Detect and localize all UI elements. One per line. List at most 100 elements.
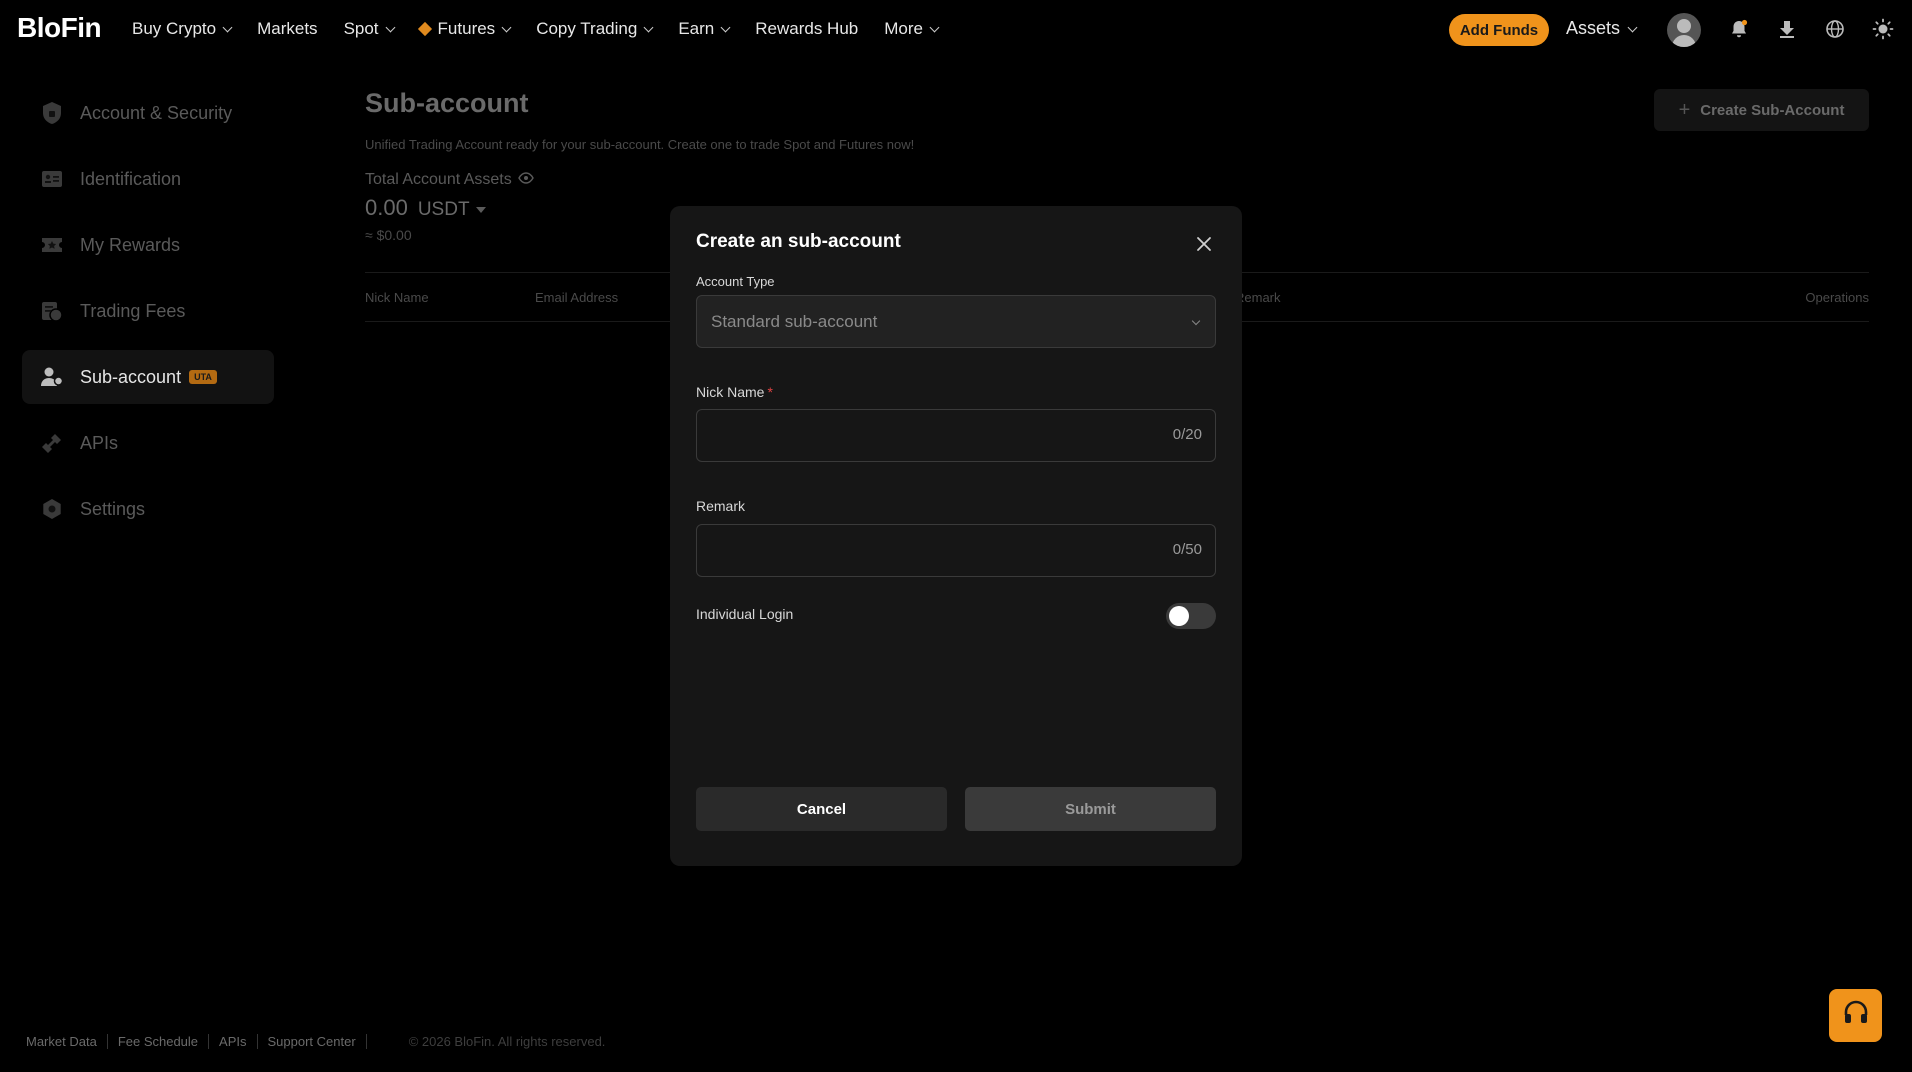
sidebar-item-label: My Rewards xyxy=(80,234,181,255)
nav-futures[interactable]: Futures xyxy=(417,19,512,39)
nav-spot[interactable]: Spot xyxy=(343,19,395,39)
create-sub-account-label: Create Sub-Account xyxy=(1700,101,1845,119)
fees-icon xyxy=(40,299,64,323)
sun-icon[interactable] xyxy=(1870,16,1896,42)
footer: Market Data Fee Schedule APIs Support Ce… xyxy=(26,1034,605,1049)
plus-icon: + xyxy=(1678,98,1691,121)
caret-down-icon xyxy=(475,207,486,213)
id-card-icon xyxy=(40,167,64,191)
currency-selector[interactable]: USDT xyxy=(418,199,486,221)
account-type-label: Account Type xyxy=(696,274,775,289)
nickname-label: Nick Name * xyxy=(696,384,773,400)
sidebar-item-label: Account & Security xyxy=(80,102,233,123)
page-subtitle: Unified Trading Account ready for your s… xyxy=(365,137,915,152)
uta-badge: UTA xyxy=(189,370,217,384)
individual-login-toggle[interactable] xyxy=(1166,603,1216,629)
close-icon[interactable] xyxy=(1196,236,1212,252)
bell-icon[interactable] xyxy=(1726,16,1752,42)
submit-button[interactable]: Submit xyxy=(965,787,1216,831)
api-icon xyxy=(40,431,64,455)
nickname-field[interactable]: 0/20 xyxy=(696,409,1216,462)
column-header: Operations xyxy=(1805,290,1869,305)
total-assets-value: 0.00 USDT xyxy=(365,195,486,221)
create-sub-account-button[interactable]: + Create Sub-Account xyxy=(1654,89,1869,131)
settings-icon xyxy=(40,497,64,521)
sidebar-item-apis[interactable]: APIs xyxy=(22,416,274,470)
nav-label: Futures xyxy=(437,19,496,38)
nav-markets[interactable]: Markets xyxy=(257,19,317,39)
chevron-down-icon xyxy=(1191,316,1201,326)
remark-input[interactable] xyxy=(697,525,1137,576)
nav-label: Copy Trading xyxy=(536,19,638,38)
assets-menu[interactable]: Assets xyxy=(1566,18,1638,39)
chevron-down-icon xyxy=(720,22,731,33)
nav-earn[interactable]: Earn xyxy=(678,19,731,39)
nav-label: Markets xyxy=(257,19,318,38)
nav-label: More xyxy=(884,19,923,38)
shield-icon xyxy=(40,101,64,125)
page-title: Sub-account xyxy=(365,88,529,118)
column-header: Nick Name xyxy=(365,290,429,305)
globe-icon[interactable] xyxy=(1822,16,1848,42)
sidebar-item-label: APIs xyxy=(80,432,119,453)
headset-icon xyxy=(1841,998,1871,1033)
footer-link-market-data[interactable]: Market Data xyxy=(26,1034,108,1049)
sidebar-item-identification[interactable]: Identification xyxy=(22,152,274,206)
download-icon[interactable] xyxy=(1774,16,1800,42)
remark-field[interactable]: 0/50 xyxy=(696,524,1216,577)
nickname-label-text: Nick Name xyxy=(696,384,765,400)
sidebar-item-sub-account[interactable]: Sub-account UTA xyxy=(22,350,274,404)
cancel-button[interactable]: Cancel xyxy=(696,787,947,831)
avatar-icon[interactable] xyxy=(1667,13,1701,47)
blofin-logo[interactable]: BloFin xyxy=(17,12,102,44)
chevron-down-icon xyxy=(643,22,654,33)
sidebar-item-trading-fees[interactable]: Trading Fees xyxy=(22,284,274,338)
sidebar-item-label: Trading Fees xyxy=(80,300,186,321)
sidebar: Account & Security Identification My Rew… xyxy=(22,86,274,548)
nickname-counter: 0/20 xyxy=(1172,426,1202,443)
chevron-down-icon xyxy=(501,22,512,33)
add-funds-button[interactable]: Add Funds xyxy=(1449,14,1549,46)
account-type-value: Standard sub-account xyxy=(711,311,878,331)
chevron-down-icon xyxy=(385,22,395,33)
dialog-title: Create an sub-account xyxy=(696,231,901,252)
chevron-down-icon xyxy=(1627,22,1638,32)
nav-label: Buy Crypto xyxy=(132,19,217,38)
nav-label: Spot xyxy=(343,19,379,38)
chevron-down-icon xyxy=(929,22,940,33)
footer-link-apis[interactable]: APIs xyxy=(209,1034,258,1049)
chevron-down-icon xyxy=(222,22,233,33)
total-value-number: 0.00 xyxy=(365,195,408,220)
total-assets-text: Total Account Assets xyxy=(365,171,512,188)
sub-account-icon xyxy=(40,365,64,389)
nav-buy-crypto[interactable]: Buy Crypto xyxy=(132,19,233,39)
remark-counter: 0/50 xyxy=(1172,541,1202,558)
footer-link-fee-schedule[interactable]: Fee Schedule xyxy=(108,1034,210,1049)
account-type-select[interactable]: Standard sub-account xyxy=(696,295,1216,348)
assets-label: Assets xyxy=(1566,18,1621,38)
sidebar-item-settings[interactable]: Settings xyxy=(22,482,274,536)
top-navigation: BloFin Buy Crypto Markets Spot Futures C… xyxy=(0,0,1912,58)
nav-more[interactable]: More xyxy=(884,19,940,39)
sidebar-item-my-rewards[interactable]: My Rewards xyxy=(22,218,274,272)
sidebar-item-label: Identification xyxy=(80,168,182,189)
ticket-icon xyxy=(40,233,64,257)
sidebar-item-label: Sub-account xyxy=(80,366,182,387)
nav-label: Earn xyxy=(678,19,715,38)
create-sub-account-dialog: Create an sub-account Account Type Stand… xyxy=(670,206,1242,866)
eye-icon[interactable] xyxy=(517,171,534,189)
support-chat-button[interactable] xyxy=(1829,989,1882,1042)
nickname-input[interactable] xyxy=(697,410,1137,461)
diamond-icon xyxy=(417,21,432,37)
remark-label: Remark xyxy=(696,498,746,514)
total-assets-label: Total Account Assets xyxy=(365,171,534,189)
copyright: © 2026 BloFin. All rights reserved. xyxy=(408,1034,606,1049)
sidebar-item-label: Settings xyxy=(80,498,146,519)
nav-copy-trading[interactable]: Copy Trading xyxy=(536,19,654,39)
sidebar-item-account-security[interactable]: Account & Security xyxy=(22,86,274,140)
required-marker: * xyxy=(767,384,773,400)
column-header: Email Address xyxy=(535,290,619,305)
footer-link-support-center[interactable]: Support Center xyxy=(258,1034,367,1049)
nav-rewards-hub[interactable]: Rewards Hub xyxy=(755,19,858,39)
currency-label: USDT xyxy=(417,199,470,220)
